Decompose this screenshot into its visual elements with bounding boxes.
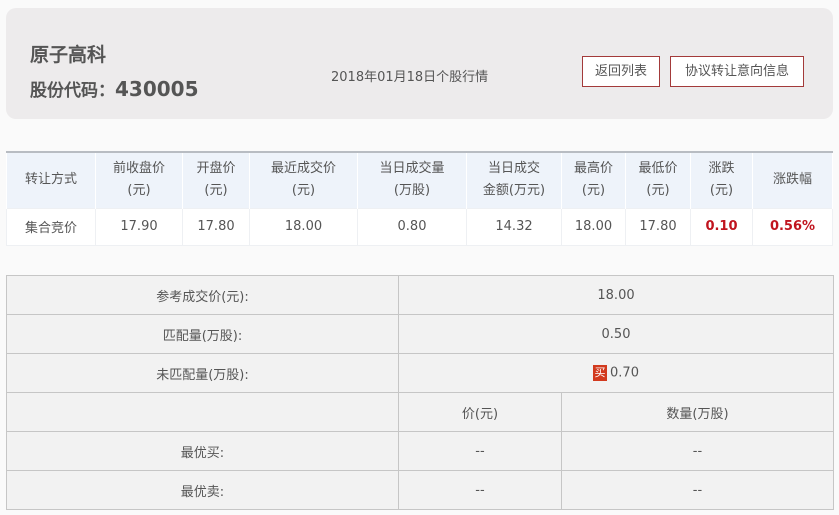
quote-header-cell: 最高价 (元) (561, 152, 626, 208)
quote-header-cell: 开盘价 (元) (182, 152, 250, 208)
quote-header-cell: 最低价 (元) (625, 152, 691, 208)
quote-header-cell: 最近成交价 (元) (249, 152, 358, 208)
agreement-transfer-info-button[interactable]: 协议转让意向信息 (670, 56, 804, 87)
header-line: (元) (204, 183, 228, 199)
quote-cell: 17.80 (625, 207, 691, 246)
quote-header-cell: 涨跌 (元) (690, 152, 753, 208)
header-line: 涨跌 (708, 161, 735, 177)
detail-table: 参考成交价(元): 18.00 匹配量(万股): 0.50 未匹配量(万股): 买 0.… (6, 275, 834, 510)
buy-badge: 买 (593, 365, 608, 381)
quote-header-cell: 当日成交量 (万股) (357, 152, 467, 208)
header-line: (元) (709, 183, 734, 199)
header-line: (万股) (393, 183, 431, 199)
matched-label: 匹配量(万股): (6, 314, 399, 354)
stock-header: 原子高科 股份代码：430005 2018年01月18日个股行情 返回列表 协议… (6, 8, 833, 119)
stock-code: 股份代码：430005 (30, 76, 199, 101)
col-price: 价(元) (398, 392, 562, 432)
best-sell-label: 最优卖: (6, 470, 399, 510)
header-line: 涨跌幅 (772, 172, 812, 188)
quote-data-row: 集合竞价 17.90 17.80 18.00 0.80 14.32 18.00 17.80 0.… (6, 207, 833, 246)
header-line: (元) (646, 183, 670, 199)
quote-cell: 18.00 (249, 207, 358, 246)
header-line: (元) (581, 183, 606, 199)
unmatched-label: 未匹配量(万股): (6, 353, 399, 393)
best-buy-qty: -- (561, 431, 834, 471)
date-title: 2018年01月18日个股行情 (331, 70, 489, 85)
best-buy-label: 最优买: (6, 431, 399, 471)
header-line: 开盘价 (196, 161, 236, 177)
best-sell-price: -- (398, 470, 562, 510)
header-line: 当日成交 (487, 161, 540, 177)
ref-price-row: 参考成交价(元): 18.00 (6, 275, 834, 315)
header-line: 最低价 (638, 161, 678, 177)
col-qty: 数量(万股) (561, 392, 834, 432)
unmatched-value: 0.70 (610, 365, 639, 381)
header-line: 最高价 (573, 161, 613, 177)
empty-cell (6, 392, 399, 432)
quote-cell: 14.32 (466, 207, 562, 246)
code-value: 430005 (115, 77, 199, 101)
header-line: 前收盘价 (112, 161, 165, 177)
ref-price-value: 18.00 (398, 275, 834, 315)
header-line: 当日成交量 (379, 161, 445, 177)
quote-header-cell: 转让方式 (6, 152, 96, 208)
quote-cell: 0.80 (357, 207, 467, 246)
quote-cell: 0.10 (690, 207, 753, 246)
header-line: (元) (127, 183, 151, 199)
quote-cell: 18.00 (561, 207, 626, 246)
quote-header-cell: 当日成交金额(万元) (466, 152, 562, 208)
header-line: (元) (291, 183, 316, 199)
quote-header-cell: 前收盘价 (元) (95, 152, 183, 208)
quote-table: 转让方式 前收盘价 (元) 开盘价 (元) 最近成交价 (元) 当日成交量 (万股) 当日成交金额… (6, 151, 833, 246)
quote-header-row: 转让方式 前收盘价 (元) 开盘价 (元) 最近成交价 (元) 当日成交量 (万股) 当日成交金额… (6, 152, 833, 208)
unmatched-cell: 买 0.70 (398, 353, 834, 393)
header-line: 金额(万元) (482, 183, 546, 199)
matched-value: 0.50 (398, 314, 834, 354)
best-buy-row: 最优买: -- -- (6, 431, 834, 471)
quote-cell: 0.56% (752, 207, 833, 246)
best-buy-price: -- (398, 431, 562, 471)
unmatched-row: 未匹配量(万股): 买 0.70 (6, 353, 834, 393)
stock-name: 原子高科 (30, 44, 107, 66)
best-quote-header-row: 价(元) 数量(万股) (6, 392, 834, 432)
best-sell-qty: -- (561, 470, 834, 510)
best-sell-row: 最优卖: -- -- (6, 470, 834, 510)
ref-price-label: 参考成交价(元): (6, 275, 399, 315)
matched-row: 匹配量(万股): 0.50 (6, 314, 834, 354)
header-line: 最近成交价 (270, 161, 336, 177)
back-to-list-button[interactable]: 返回列表 (582, 56, 660, 87)
quote-cell: 17.90 (95, 207, 183, 246)
code-label: 股份代码： (30, 81, 115, 101)
header-line: 转让方式 (24, 172, 77, 188)
quote-header-cell: 涨跌幅 (752, 152, 833, 208)
quote-cell: 集合竞价 (6, 207, 96, 246)
quote-cell: 17.80 (182, 207, 250, 246)
